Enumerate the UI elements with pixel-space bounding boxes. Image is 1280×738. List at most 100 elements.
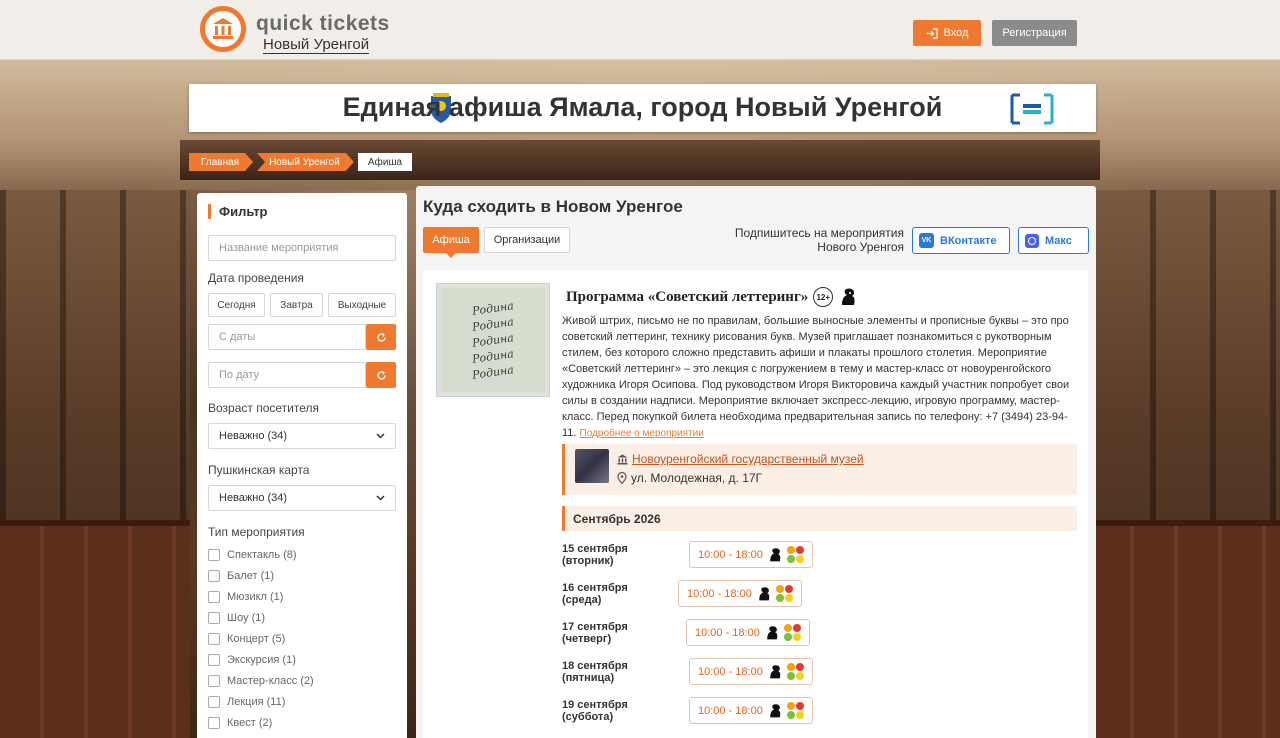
session-row: 19 сентября (суббота) 10:00 - 18:00 — [562, 697, 813, 724]
poster-lettering: Родина — [471, 330, 515, 350]
chevron-down-icon — [376, 433, 385, 439]
background-hall-right — [1090, 190, 1280, 738]
poster-lettering: Родина — [471, 314, 515, 334]
session-time-button[interactable]: 10:00 - 18:00 — [689, 658, 813, 685]
logo-title: quick tickets — [256, 12, 390, 35]
vk-label: ВКонтакте — [940, 234, 997, 247]
checkbox[interactable] — [208, 674, 220, 687]
age-select[interactable]: Неважно (34) — [208, 423, 396, 449]
session-date: 17 сентября (четверг) — [562, 620, 628, 645]
max-icon — [1025, 233, 1039, 248]
session-time: 10:00 - 18:00 — [698, 548, 763, 561]
session-row: 18 сентября (пятница) 10:00 - 18:00 — [562, 658, 813, 685]
pushkin-card-icon — [770, 703, 781, 717]
session-time: 10:00 - 18:00 — [687, 587, 752, 600]
quick-date-today[interactable]: Сегодня — [208, 293, 265, 317]
session-time: 10:00 - 18:00 — [698, 704, 763, 717]
pushkin-select-value: Неважно (34) — [219, 492, 288, 504]
pushkin-card-icon — [770, 547, 781, 561]
session-row: 17 сентября (четверг) 10:00 - 18:00 — [562, 619, 810, 646]
session-time-button[interactable]: 10:00 - 18:00 — [689, 541, 813, 568]
subscribe-text: Подпишитесь на мероприятия Нового Уренго… — [734, 226, 904, 254]
quick-date-tomorrow[interactable]: Завтра — [270, 293, 323, 317]
type-checkbox-label: Мюзикл (1) — [227, 590, 284, 603]
event-name-input[interactable]: Название мероприятия — [208, 235, 396, 261]
checkbox[interactable] — [208, 569, 220, 582]
login-label: Вход — [943, 27, 969, 39]
event-title[interactable]: Программа «Советский леттеринг» 12+ — [566, 287, 858, 307]
checkbox[interactable] — [208, 632, 220, 645]
pushkin-card-icon — [770, 664, 781, 678]
type-checkbox-label: Концерт (5) — [227, 632, 286, 645]
session-date: 15 сентября (вторник) — [562, 542, 628, 567]
login-button[interactable]: Вход — [913, 20, 981, 46]
type-checkbox-row[interactable]: Концерт (5) — [208, 628, 396, 649]
breadcrumb-city[interactable]: Новый Уренгой — [257, 153, 354, 171]
session-time-button[interactable]: 10:00 - 18:00 — [686, 619, 810, 646]
session-time-button[interactable]: 10:00 - 18:00 — [678, 580, 802, 607]
event-poster[interactable]: Родина Родина Родина Родина Родина — [436, 283, 550, 397]
venue-thumbnail[interactable] — [575, 449, 609, 483]
date-from-input[interactable]: С даты — [208, 324, 366, 350]
checkbox[interactable] — [208, 590, 220, 603]
checkbox[interactable] — [208, 611, 220, 624]
type-checkbox-row[interactable]: Шоу (1) — [208, 607, 396, 628]
session-row: 16 сентября (среда) 10:00 - 18:00 — [562, 580, 802, 607]
culture-flower-icon — [775, 585, 793, 602]
breadcrumb-current: Афиша — [357, 153, 413, 171]
type-checkbox-label: Квест (2) — [227, 716, 273, 729]
site-logo[interactable]: quick tickets Новый Уренгой — [200, 6, 400, 54]
type-checkbox-row[interactable]: Балет (1) — [208, 565, 396, 586]
date-to-input[interactable]: По дату — [208, 362, 366, 388]
type-checkbox-row[interactable]: Мастер-класс (2) — [208, 670, 396, 691]
page-title: Куда сходить в Новом Уренгое — [423, 197, 683, 216]
pushkin-select[interactable]: Неважно (34) — [208, 485, 396, 511]
type-checkbox-row[interactable]: Спектакль (8) — [208, 544, 396, 565]
poster-lettering: Родина — [471, 346, 515, 366]
register-button[interactable]: Регистрация — [992, 20, 1077, 46]
age-select-value: Неважно (34) — [219, 430, 288, 442]
culture-flower-icon — [783, 624, 801, 641]
tab-afisha[interactable]: Афиша — [423, 227, 479, 258]
date-from-reset-button[interactable] — [366, 324, 396, 350]
type-checkbox-label: Мастер-класс (2) — [227, 674, 314, 687]
type-checkbox-row[interactable]: Лекция (11) — [208, 691, 396, 712]
type-checkbox-label: Лекция (11) — [227, 695, 286, 708]
month-header: Сентябрь 2026 — [562, 506, 1077, 531]
banner-title: Единая афиша Ямала, город Новый Уренгой — [342, 92, 943, 122]
session-date: 16 сентября (среда) — [562, 581, 628, 606]
pushkin-card-icon — [759, 586, 770, 600]
pushkin-label: Пушкинская карта — [208, 463, 310, 477]
age-badge: 12+ — [813, 287, 834, 307]
culture-yamal-logo-icon — [1009, 92, 1055, 129]
type-checkbox-row[interactable]: Мюзикл (1) — [208, 586, 396, 607]
poster-lettering: Родина — [471, 298, 515, 318]
breadcrumb-home[interactable]: Главная — [189, 153, 253, 171]
session-time-button[interactable]: 10:00 - 18:00 — [689, 697, 813, 724]
checkbox[interactable] — [208, 716, 220, 729]
quick-date-group: Сегодня Завтра Выходные — [208, 293, 396, 317]
checkbox[interactable] — [208, 548, 220, 561]
culture-flower-icon — [786, 702, 804, 719]
session-time: 10:00 - 18:00 — [695, 626, 760, 639]
max-subscribe-button[interactable]: Макс — [1018, 227, 1089, 254]
event-title-text: Программа «Советский леттеринг» — [566, 288, 809, 305]
poster-lettering: Родина — [471, 362, 515, 382]
tab-organizations[interactable]: Организации — [484, 227, 570, 253]
vk-subscribe-button[interactable]: VK ВКонтакте — [912, 227, 1010, 254]
checkbox[interactable] — [208, 653, 220, 666]
event-more-link[interactable]: Подробнее о мероприятии — [580, 428, 704, 439]
pushkin-card-icon — [767, 625, 778, 639]
type-checkbox-row[interactable]: Квест (2) — [208, 712, 396, 733]
quick-date-weekend[interactable]: Выходные — [328, 293, 396, 317]
max-label: Макс — [1045, 234, 1072, 247]
type-checkbox-label: Спектакль (8) — [227, 548, 297, 561]
session-date: 18 сентября (пятница) — [562, 659, 628, 684]
type-checkbox-row[interactable]: Экскурсия (1) — [208, 649, 396, 670]
date-to-reset-button[interactable] — [366, 362, 396, 388]
city-selector[interactable]: Новый Уренгой — [263, 37, 370, 54]
venue-link[interactable]: Новоуренгойский государственный музей — [617, 452, 864, 466]
type-checkbox-label: Балет (1) — [227, 569, 275, 582]
session-row: 15 сентября (вторник) 10:00 - 18:00 — [562, 541, 813, 568]
checkbox[interactable] — [208, 695, 220, 708]
